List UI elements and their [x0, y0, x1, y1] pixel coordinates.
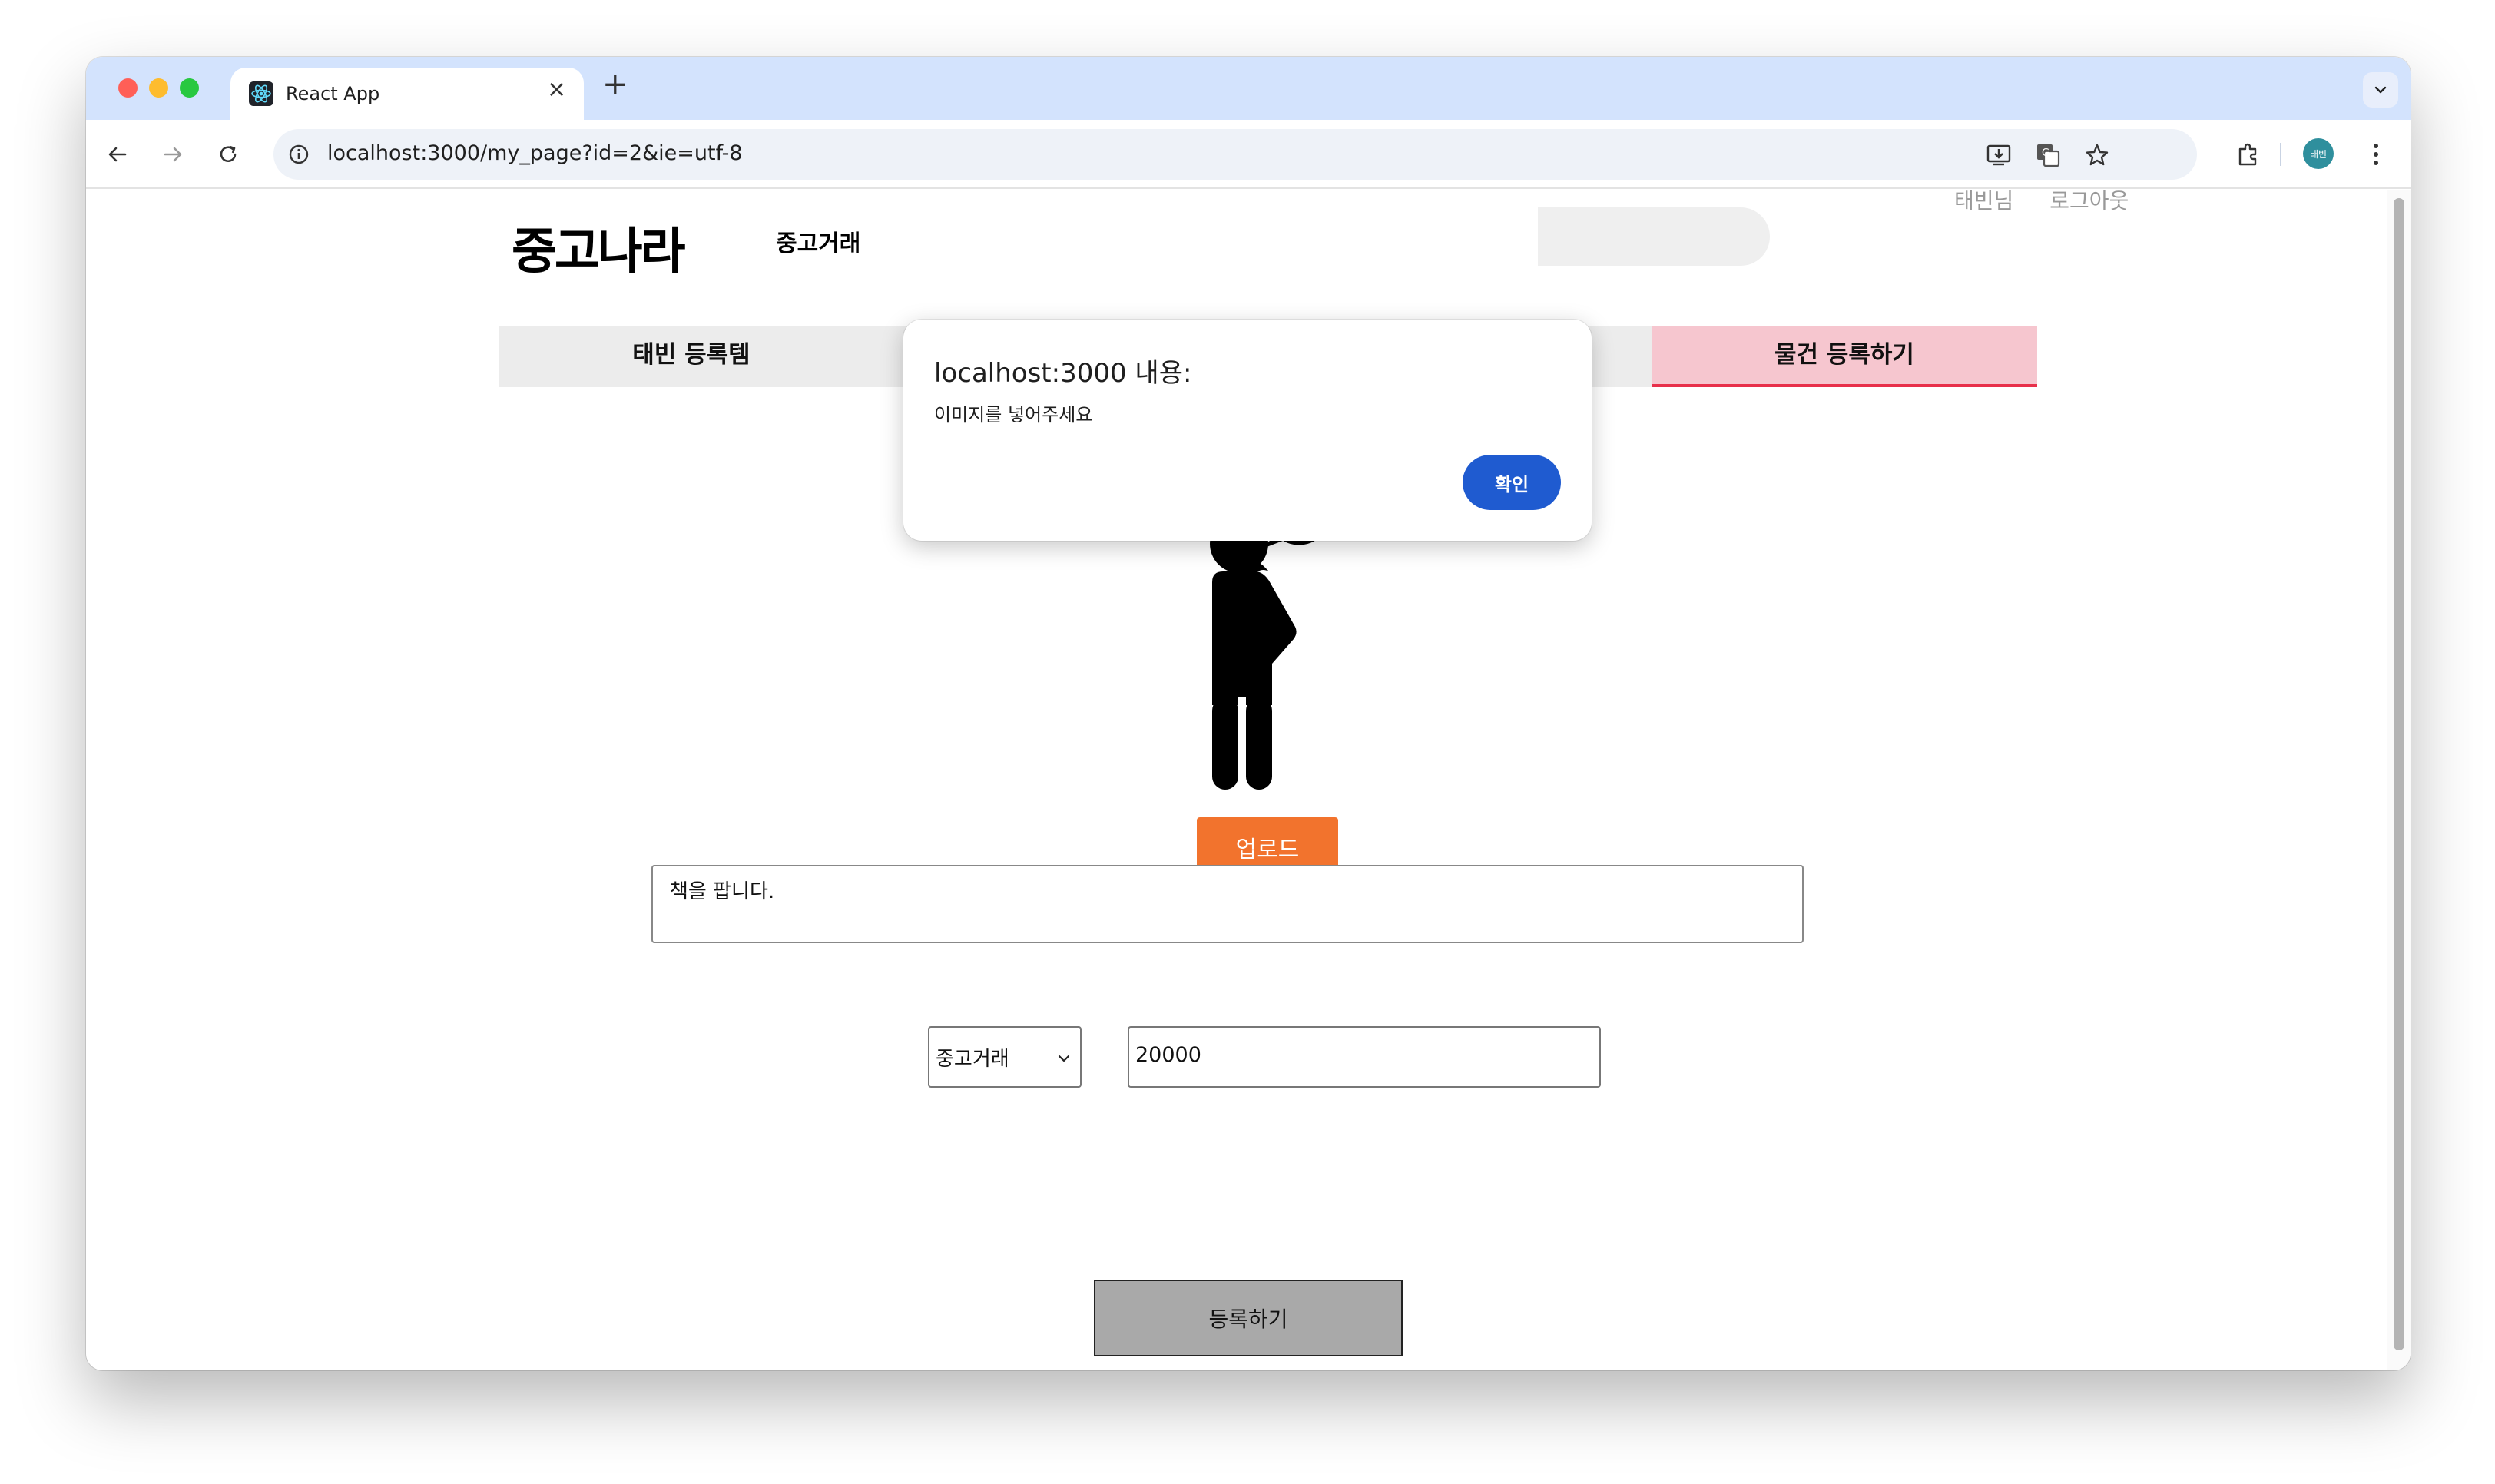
toolbar-divider: [2280, 143, 2281, 166]
puzzle-icon[interactable]: [2231, 137, 2266, 172]
price-input[interactable]: 20000: [1128, 1026, 1601, 1088]
tab-label: 태빈 등록템: [632, 341, 750, 369]
register-button[interactable]: 등록하기: [1094, 1280, 1403, 1356]
react-icon: [249, 81, 273, 106]
user-name-link[interactable]: 태빈님: [1954, 190, 2013, 214]
browser-tab[interactable]: React App ×: [230, 68, 584, 120]
tab-my-items[interactable]: 태빈 등록템: [499, 326, 883, 387]
tab-title: React App: [286, 83, 380, 104]
url-text: localhost:3000/my_page?id=2&ie=utf-8: [327, 141, 743, 165]
logout-link[interactable]: 로그아웃: [2049, 190, 2129, 214]
category-select[interactable]: 중고거래: [928, 1026, 1082, 1088]
search-input[interactable]: [1538, 207, 1770, 266]
chevron-down-icon[interactable]: [2363, 72, 2398, 108]
close-window-button[interactable]: [118, 78, 138, 98]
profile-avatar[interactable]: 태빈: [2303, 138, 2334, 169]
browser-toolbar: localhost:3000/my_page?id=2&ie=utf-8 G 태…: [86, 120, 2411, 189]
star-icon[interactable]: [2082, 140, 2112, 171]
site-logo[interactable]: 중고나라: [512, 212, 686, 283]
category-select-value: 중고거래: [936, 1048, 1009, 1071]
svg-text:G: G: [2042, 147, 2049, 159]
tab-register-item[interactable]: 물건 등록하기: [1652, 326, 2037, 387]
dialog-title: localhost:3000 내용:: [934, 358, 1192, 389]
scrollbar-thumb[interactable]: [2394, 198, 2404, 1350]
maximize-window-button[interactable]: [180, 78, 199, 98]
alert-dialog: localhost:3000 내용: 이미지를 넣어주세요 확인: [903, 320, 1592, 541]
back-arrow-icon[interactable]: [100, 137, 135, 172]
address-bar[interactable]: localhost:3000/my_page?id=2&ie=utf-8 G: [273, 129, 2197, 180]
header-category-link[interactable]: 중고거래: [776, 224, 860, 258]
dialog-ok-button[interactable]: 확인: [1463, 455, 1561, 510]
browser-window: React App × + localhost:3000/my_page?id=…: [86, 57, 2411, 1370]
info-icon[interactable]: [284, 140, 313, 169]
dialog-message: 이미지를 넣어주세요: [934, 404, 1093, 426]
scrollbar[interactable]: [2387, 190, 2411, 1370]
reload-icon[interactable]: [210, 137, 246, 172]
tab-label: 물건 등록하기: [1774, 341, 1914, 369]
tab-bar: React App × +: [86, 57, 2411, 120]
translate-icon[interactable]: G: [2033, 140, 2063, 171]
item-title-input[interactable]: 책을 팝니다.: [651, 865, 1804, 943]
forward-arrow-icon[interactable]: [155, 137, 191, 172]
chevron-down-icon: [1057, 1048, 1071, 1071]
close-icon[interactable]: ×: [547, 78, 566, 101]
plus-icon[interactable]: +: [602, 69, 628, 100]
install-app-icon[interactable]: [1983, 140, 2014, 171]
kebab-menu-icon[interactable]: [2358, 137, 2394, 172]
user-links: 태빈님 로그아웃: [1954, 190, 2158, 215]
minimize-window-button[interactable]: [149, 78, 168, 98]
page-viewport: 태빈님 로그아웃 중고나라 중고거래 태빈 등록템 물건 등록하기 업로드 책을…: [86, 190, 2411, 1370]
